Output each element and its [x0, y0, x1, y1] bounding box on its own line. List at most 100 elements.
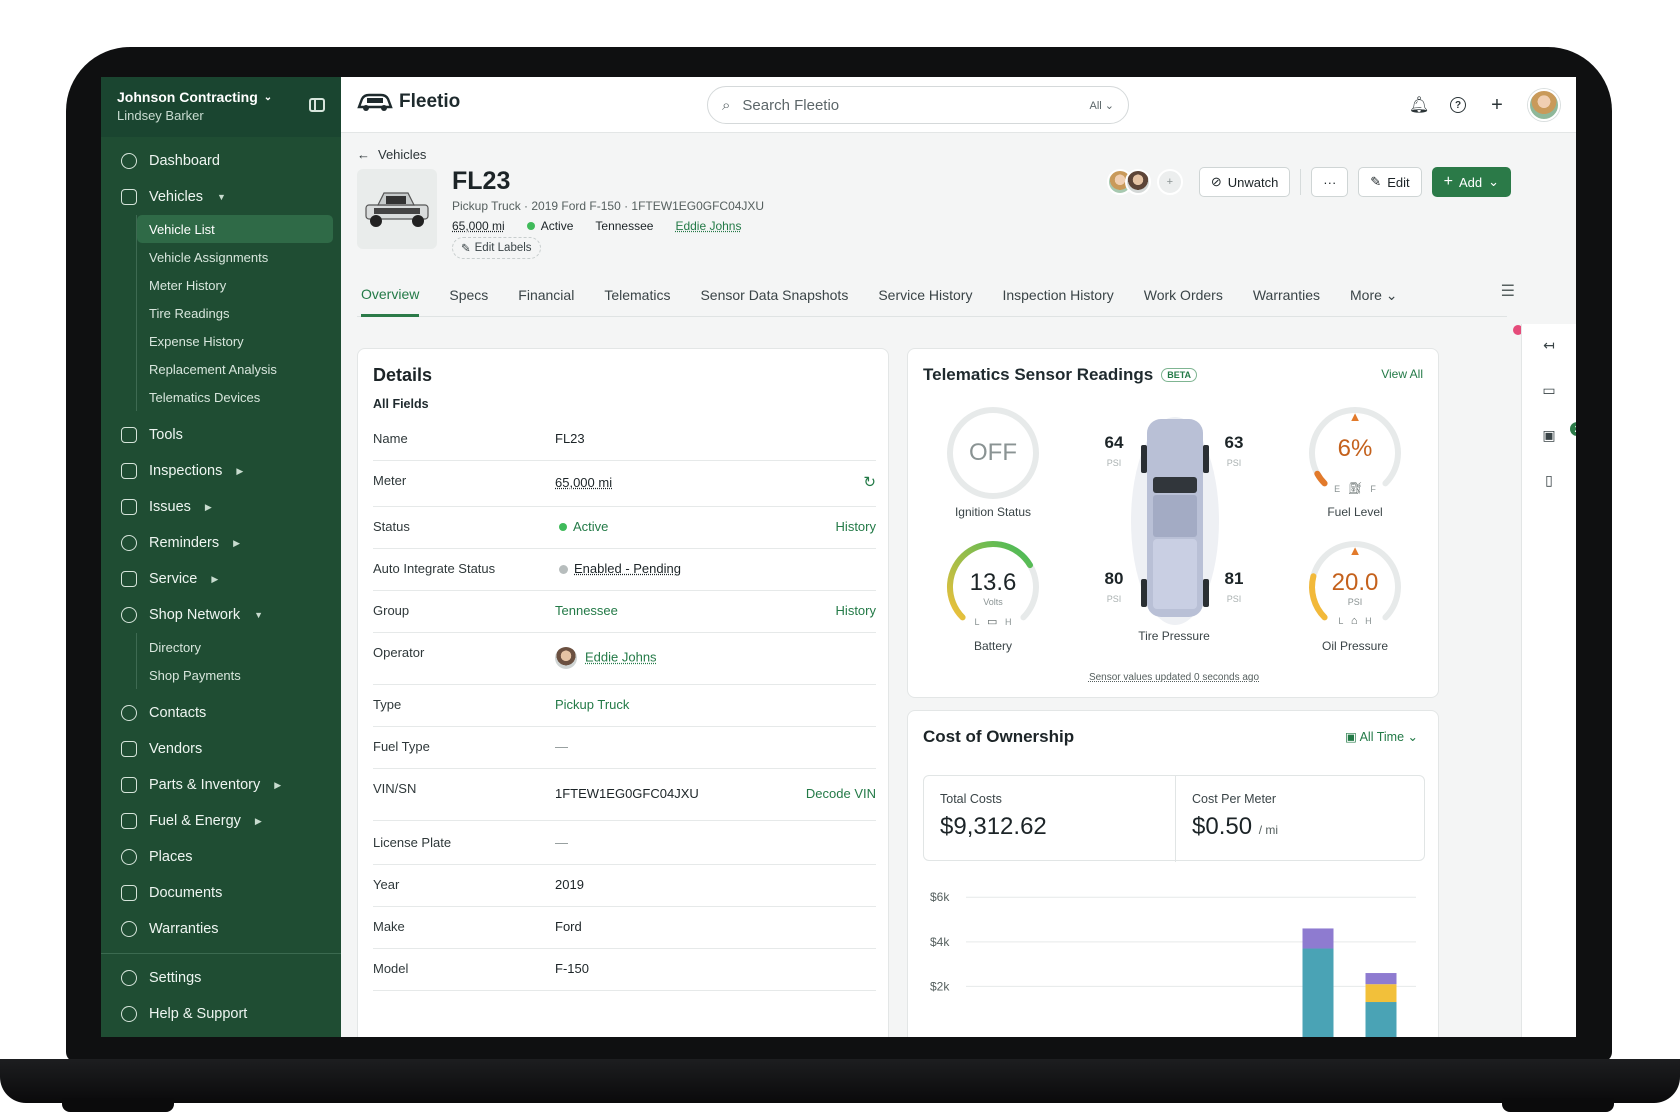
more-actions-button[interactable]: ··· [1311, 167, 1349, 197]
chart-bar-segment[interactable] [1365, 984, 1397, 1003]
sidebar-subitem-shop-payments[interactable]: Shop Payments [137, 661, 341, 689]
sidebar-item-reminders[interactable]: Reminders ▶ [101, 525, 341, 561]
comments-icon[interactable]: ▭ [1540, 381, 1558, 399]
detail-value[interactable]: 65,000 mi [555, 475, 612, 490]
tab-inspection-history[interactable]: Inspection History [1002, 273, 1113, 317]
fuel-scale-low: E [1334, 484, 1341, 494]
sidebar-item-warranties[interactable]: Warranties [101, 911, 341, 947]
sidebar-item-vendors[interactable]: Vendors [101, 731, 341, 767]
sidebar-item-dashboard[interactable]: Dashboard [101, 143, 341, 179]
breadcrumb[interactable]: ← Vehicles [357, 147, 426, 162]
tire-rear-right: 81 PSI [1214, 569, 1254, 607]
total-costs-value: $9,312.62 [940, 813, 1047, 840]
collapse-sidebar-icon[interactable] [309, 98, 325, 112]
tire-unit: PSI [1226, 594, 1242, 604]
sidebar-item-label: Fuel & Energy [149, 813, 241, 829]
sidebar-item-vehicles[interactable]: Vehicles ▼ [101, 179, 341, 215]
sidebar-subitem-vehicle-list[interactable]: Vehicle List [137, 215, 333, 243]
telematics-title-text: Telematics Sensor Readings [923, 365, 1154, 384]
detail-value: Enabled - Pending [559, 561, 681, 576]
vehicle-tabs: Overview Specs Financial Telematics Sens… [357, 273, 1507, 317]
sidebar-subitem-meter-history[interactable]: Meter History [137, 271, 341, 299]
sidebar-item-contacts[interactable]: Contacts [101, 695, 341, 731]
date-range-dropdown[interactable]: ▣ All Time ⌄ [1345, 729, 1418, 744]
sidebar-subitem-replacement-analysis[interactable]: Replacement Analysis [137, 355, 341, 383]
detail-row-name: Name FL23 [373, 421, 876, 461]
sidebar-divider [101, 953, 341, 954]
view-all-link[interactable]: View All [1381, 367, 1423, 381]
tab-sensor-data-snapshots[interactable]: Sensor Data Snapshots [700, 273, 848, 317]
user-avatar[interactable] [1528, 89, 1560, 121]
sidebar-item-help[interactable]: Help & Support [101, 996, 341, 1032]
search-scope-dropdown[interactable]: All ⌄ [1089, 99, 1114, 112]
chart-bar-segment[interactable] [1302, 928, 1334, 949]
add-watcher-icon[interactable]: + [1156, 169, 1183, 195]
detail-value[interactable]: Tennessee [555, 603, 618, 618]
tab-overview[interactable]: Overview [361, 273, 420, 317]
details-card: Details All Fields Name FL23 Meter 65,000 … [357, 348, 889, 1037]
sidebar-subitem-tire-readings[interactable]: Tire Readings [137, 299, 341, 327]
sidebar-item-label: Documents [149, 885, 223, 901]
meter-value[interactable]: 65,000 mi [452, 219, 505, 233]
detail-value[interactable]: Pickup Truck [555, 697, 629, 712]
watchers[interactable]: + [1106, 169, 1183, 195]
edit-labels-button[interactable]: ✎ Edit Labels [452, 237, 541, 259]
sidebar-item-parts[interactable]: Parts & Inventory ▶ [101, 767, 341, 803]
tab-warranties[interactable]: Warranties [1253, 273, 1320, 317]
fleetio-logo[interactable]: Fleetio [357, 91, 460, 113]
sidebar-item-issues[interactable]: Issues ▶ [101, 489, 341, 525]
detail-value[interactable]: Eddie Johns [555, 647, 657, 669]
tab-service-history[interactable]: Service History [878, 273, 972, 317]
sidebar-item-tools[interactable]: Tools [101, 417, 341, 453]
operator-link[interactable]: Eddie Johns [675, 219, 741, 233]
decode-vin-link[interactable]: Decode VIN [806, 786, 876, 801]
tab-telematics[interactable]: Telematics [604, 273, 670, 317]
detail-row-auto-integrate: Auto Integrate Status Enabled - Pending [373, 549, 876, 591]
sidebar-item-service[interactable]: Service ▶ [101, 561, 341, 597]
sidebar-subitem-vehicle-assignments[interactable]: Vehicle Assignments [137, 243, 341, 271]
tire-unit: PSI [1106, 594, 1122, 604]
sidebar-subitem-expense-history[interactable]: Expense History [137, 327, 341, 355]
sidebar-subitem-telematics-devices[interactable]: Telematics Devices [137, 383, 341, 411]
photos-icon[interactable]: ▣2 [1540, 422, 1576, 444]
auto-integrate-text[interactable]: Enabled - Pending [574, 561, 681, 576]
bell-icon[interactable]: 🔔︎ [1409, 96, 1429, 114]
chart-bar-segment[interactable] [1302, 948, 1334, 1037]
sidebar-item-places[interactable]: Places [101, 839, 341, 875]
detail-row-type: Type Pickup Truck [373, 685, 876, 727]
sidebar-item-fuel[interactable]: Fuel & Energy ▶ [101, 803, 341, 839]
detail-row-fuel-type: Fuel Type — [373, 727, 876, 769]
group-history-link[interactable]: History [836, 603, 876, 618]
documents-icon[interactable]: ▯ [1540, 471, 1558, 489]
details-subtitle: All Fields [373, 397, 429, 411]
sidebar-item-shop-network[interactable]: Shop Network ▼ [101, 597, 341, 633]
telematics-title: Telematics Sensor Readings BETA [923, 365, 1198, 385]
status-history-link[interactable]: History [836, 519, 876, 534]
tab-work-orders[interactable]: Work Orders [1144, 273, 1223, 317]
sidebar-item-documents[interactable]: Documents [101, 875, 341, 911]
org-switcher[interactable]: Johnson Contracting ⌄ Lindsey Barker [101, 77, 341, 137]
chart-bar-segment[interactable] [1365, 1002, 1397, 1037]
edit-button[interactable]: ✎ Edit [1358, 167, 1422, 197]
help-icon[interactable]: ? [1450, 97, 1466, 113]
tab-financial[interactable]: Financial [518, 273, 574, 317]
detail-label: Group [373, 603, 410, 618]
sidebar-item-inspections[interactable]: Inspections ▶ [101, 453, 341, 489]
customize-tabs-icon[interactable]: ☰ [1501, 281, 1515, 301]
sidebar-subitem-directory[interactable]: Directory [137, 633, 341, 661]
add-button[interactable]: + Add ⌄ [1431, 167, 1511, 197]
detail-row-meter: Meter 65,000 mi ↻ [373, 461, 876, 507]
shield-check-icon [121, 921, 137, 937]
plus-icon[interactable]: + [1488, 94, 1506, 116]
tab-specs[interactable]: Specs [449, 273, 488, 317]
sidebar-item-settings[interactable]: Settings [101, 960, 341, 996]
collapse-panel-icon[interactable]: ↤ [1540, 336, 1558, 354]
unwatch-button[interactable]: ⊘ Unwatch [1198, 167, 1291, 197]
tab-more[interactable]: More ⌄ [1350, 273, 1398, 317]
right-rail: ↤ ▭ ▣2 ▯ [1521, 324, 1576, 1037]
cost-per-meter-label: Cost Per Meter [1192, 792, 1277, 806]
refresh-icon[interactable]: ↻ [863, 473, 876, 491]
vehicle-photo[interactable] [357, 169, 437, 249]
chart-bar-segment[interactable] [1365, 973, 1397, 985]
search-input[interactable]: ⌕ Search Fleetio All ⌄ [707, 86, 1129, 124]
